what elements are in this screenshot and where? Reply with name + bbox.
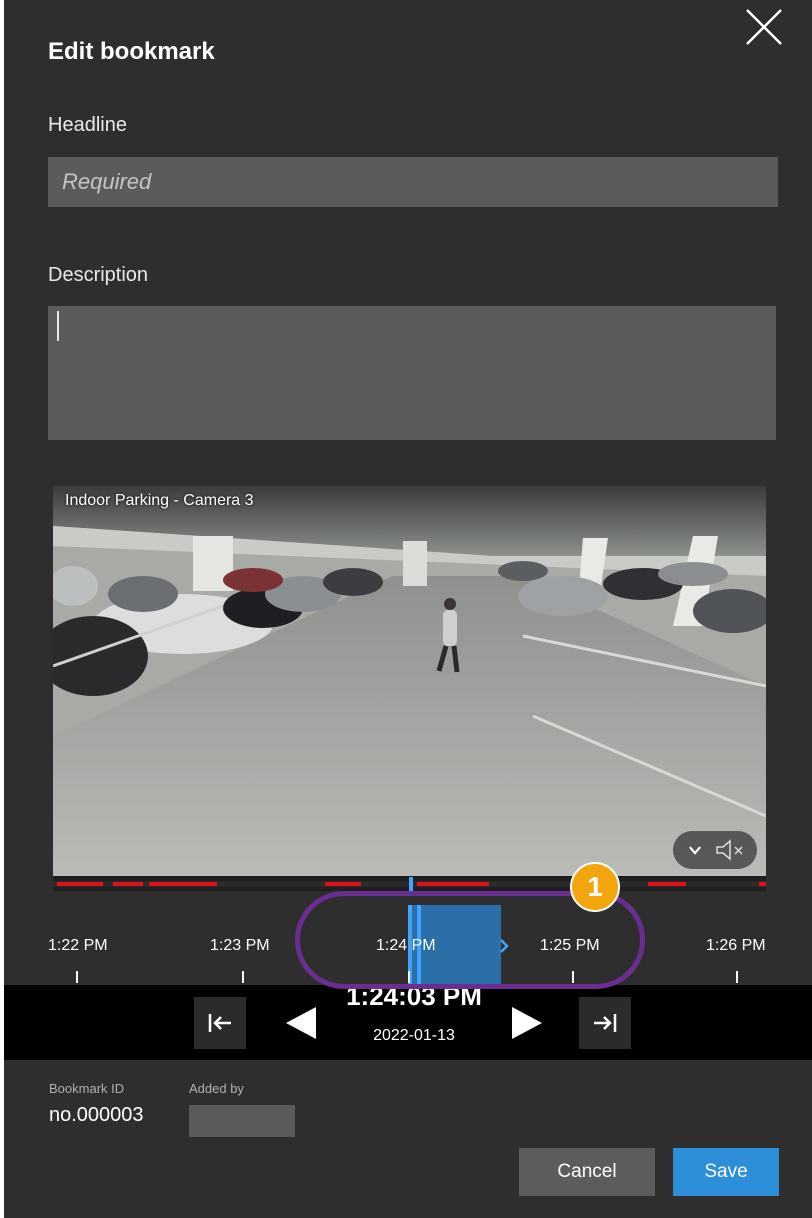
chevron-down-icon[interactable] xyxy=(689,846,701,855)
bookmark-id-label: Bookmark ID xyxy=(49,1081,125,1096)
timeline-tick-label: 1:22 PM xyxy=(48,937,108,954)
camera-feed-image xyxy=(53,486,766,876)
play-reverse-icon[interactable] xyxy=(284,1005,318,1041)
bookmark-id-value: no.000003 xyxy=(49,1104,144,1126)
description-field[interactable] xyxy=(48,306,776,440)
save-button[interactable]: Save xyxy=(673,1148,779,1196)
play-forward-icon[interactable] xyxy=(510,1005,544,1041)
timeline-tick xyxy=(76,971,78,983)
camera-name-label: Indoor Parking - Camera 3 xyxy=(65,492,254,509)
timeline-tick xyxy=(736,971,738,983)
timeline-tick-label: 1:23 PM xyxy=(210,937,270,954)
timeline-tick xyxy=(242,971,244,983)
jump-to-start-button[interactable] xyxy=(194,997,246,1049)
current-date: 2022-01-13 xyxy=(373,1027,455,1044)
edit-bookmark-dialog: Edit bookmark Headline Description xyxy=(4,0,812,1218)
skip-to-start-icon xyxy=(208,1014,231,1032)
headline-input[interactable] xyxy=(48,157,778,207)
video-preview[interactable]: Indoor Parking - Camera 3 xyxy=(53,486,766,891)
speaker-muted-icon[interactable] xyxy=(715,838,747,862)
text-caret xyxy=(57,311,59,341)
skip-to-end-icon xyxy=(594,1014,617,1032)
callout-number-badge: 1 xyxy=(570,862,620,912)
added-by-label: Added by xyxy=(189,1081,244,1096)
headline-label: Headline xyxy=(48,114,127,136)
description-label: Description xyxy=(48,264,149,286)
cancel-button[interactable]: Cancel xyxy=(519,1148,655,1196)
dialog-title: Edit bookmark xyxy=(48,38,215,65)
audio-control[interactable] xyxy=(673,831,757,869)
playback-controls: 1:24:03 PM 2022-01-13 xyxy=(4,981,812,1060)
close-icon[interactable] xyxy=(745,8,783,46)
added-by-redacted-value xyxy=(189,1105,295,1137)
timeline-tick-label: 1:26 PM xyxy=(706,937,766,954)
jump-to-end-button[interactable] xyxy=(579,997,631,1049)
recording-indicator-strip xyxy=(53,877,766,891)
